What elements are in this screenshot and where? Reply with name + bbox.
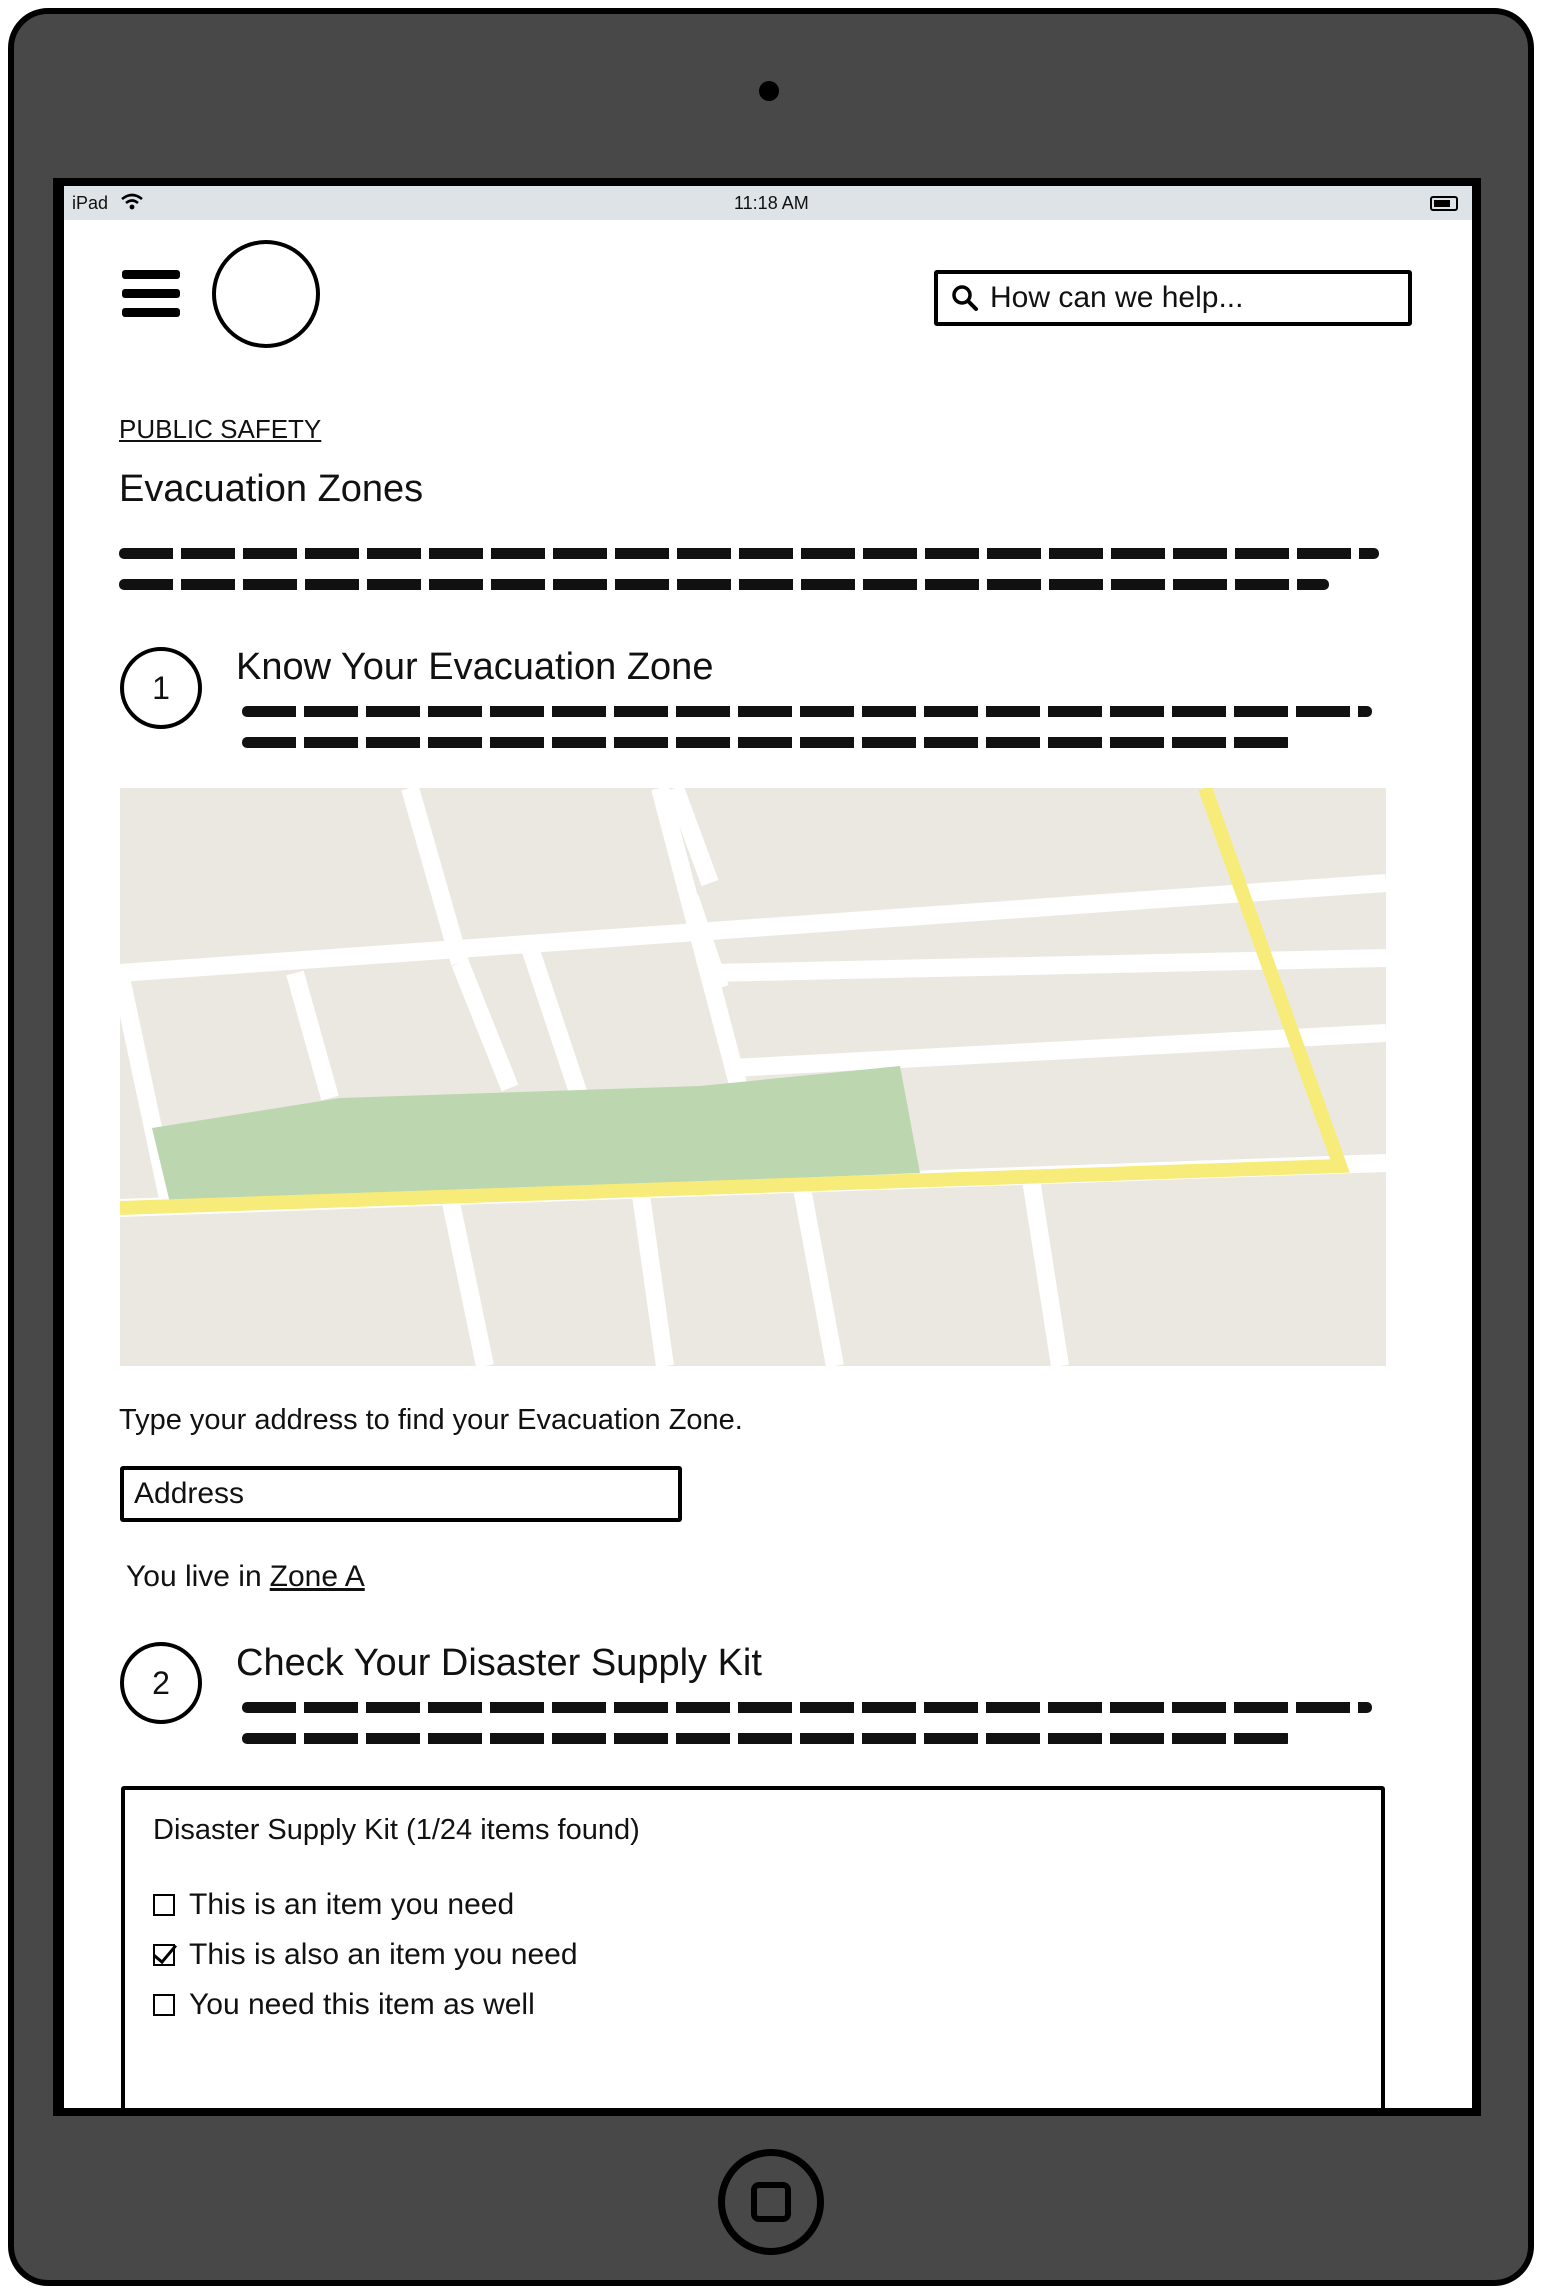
step-title-1: Know Your Evacuation Zone (236, 646, 714, 688)
search-box[interactable] (934, 270, 1412, 326)
checkbox-icon[interactable] (153, 1894, 175, 1916)
intro-placeholder-text (119, 548, 1379, 610)
zone-link[interactable]: Zone A (270, 1560, 365, 1593)
supply-kit-panel: Disaster Supply Kit (1/24 items found) T… (121, 1786, 1385, 2108)
page-title: Evacuation Zones (119, 468, 424, 510)
zone-result: You live in Zone A (126, 1560, 365, 1594)
home-square-icon (751, 2182, 791, 2222)
step-number-1: 1 (120, 647, 202, 729)
zone-result-prefix: You live in (126, 1560, 262, 1593)
logo[interactable] (212, 240, 320, 348)
address-input[interactable] (120, 1466, 682, 1522)
device-label: iPad (72, 193, 109, 213)
step-number-2: 2 (120, 1642, 202, 1724)
checklist-item-label: This is also an item you need (189, 1938, 578, 1971)
battery-icon (1430, 196, 1458, 211)
checklist-item[interactable]: This is an item you need (153, 1888, 514, 1922)
camera-icon (759, 81, 779, 101)
step-2-placeholder-text (242, 1702, 1372, 1764)
hamburger-menu-icon[interactable] (122, 270, 180, 318)
checkbox-icon[interactable] (153, 1994, 175, 2016)
checklist-item[interactable]: You need this item as well (153, 1988, 535, 2022)
clock: 11:18 AM (734, 193, 809, 213)
step-1-placeholder-text (242, 706, 1372, 768)
breadcrumb[interactable]: PUBLIC SAFETY (119, 414, 321, 445)
checklist-item-label: This is an item you need (189, 1888, 515, 1921)
address-prompt: Type your address to find your Evacuatio… (119, 1404, 743, 1436)
status-bar: iPad 11:18 AM (64, 186, 1472, 220)
screen: iPad 11:18 AM PUBLIC SAFETY Evacuation Z… (64, 186, 1472, 2108)
search-input[interactable] (990, 281, 1390, 315)
checklist-item-label: You need this item as well (189, 1988, 535, 2021)
step-title-2: Check Your Disaster Supply Kit (236, 1642, 762, 1684)
supply-kit-heading: Disaster Supply Kit (1/24 items found) (153, 1814, 640, 1846)
home-button[interactable] (718, 2149, 824, 2255)
map-land (120, 788, 1386, 1366)
checkbox-checked-icon[interactable] (153, 1944, 175, 1966)
search-icon (952, 285, 978, 311)
evacuation-zone-map[interactable] (120, 788, 1386, 1366)
wifi-icon (121, 193, 143, 210)
checklist-item[interactable]: This is also an item you need (153, 1938, 578, 1972)
